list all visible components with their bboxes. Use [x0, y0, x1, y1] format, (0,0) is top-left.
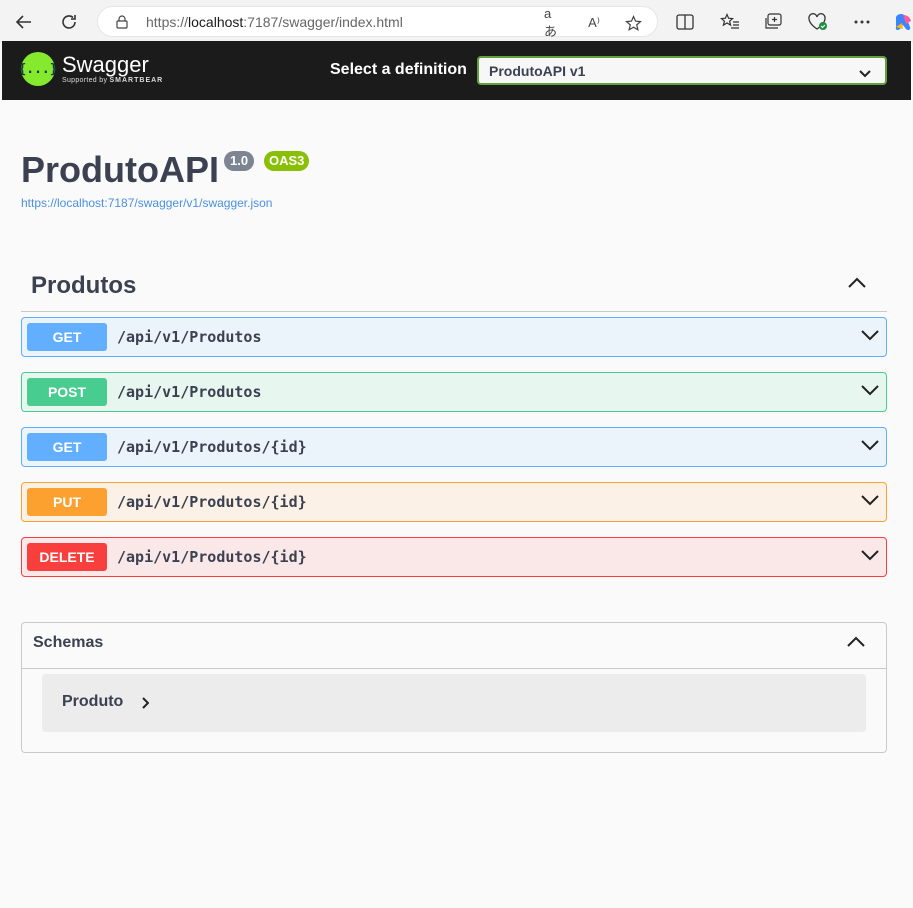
chevron-up-icon[interactable]	[847, 276, 867, 294]
swagger-logo[interactable]: {...} Swagger Supported by SMARTBEAR	[18, 52, 164, 86]
chevron-right-icon[interactable]	[141, 696, 150, 714]
schemas-title: Schemas	[33, 634, 104, 651]
oas-badge: OAS3	[264, 151, 310, 171]
chevron-down-icon[interactable]	[860, 383, 880, 402]
chevron-down-icon[interactable]	[860, 493, 880, 512]
browser-toolbar: https://localhost:7187/swagger/index.htm…	[0, 0, 913, 43]
swagger-topbar: {...} Swagger Supported by SMARTBEAR Sel…	[2, 41, 911, 100]
operation-path: /api/v1/Produtos	[117, 383, 262, 401]
collections-icon[interactable]	[762, 10, 786, 34]
operation-path: /api/v1/Produtos/{id}	[117, 438, 307, 456]
select-definition-label: Select a definition	[330, 61, 467, 78]
favorite-star-icon[interactable]	[623, 14, 643, 31]
address-bar[interactable]: https://localhost:7187/swagger/index.htm…	[97, 6, 658, 39]
operation-put-produto[interactable]: PUT /api/v1/Produtos/{id}	[21, 482, 887, 522]
operation-path: /api/v1/Produtos/{id}	[117, 493, 307, 511]
schemas-section: Schemas Produto	[21, 622, 887, 753]
method-badge: PUT	[27, 488, 107, 516]
operation-path: /api/v1/Produtos	[117, 328, 262, 346]
split-screen-icon[interactable]	[673, 10, 697, 34]
operation-post-produtos[interactable]: POST /api/v1/Produtos	[21, 372, 887, 412]
read-aloud-icon[interactable]: A⁾	[584, 15, 604, 31]
tag-name: Produtos	[31, 272, 137, 299]
model-produto[interactable]: Produto	[42, 674, 866, 732]
operation-get-produtos[interactable]: GET /api/v1/Produtos	[21, 317, 887, 357]
model-name: Produto	[62, 693, 124, 710]
schemas-header[interactable]: Schemas	[22, 623, 886, 669]
chevron-up-icon[interactable]	[846, 635, 866, 653]
operation-delete-produto[interactable]: DELETE /api/v1/Produtos/{id}	[21, 537, 887, 577]
browser-essentials-icon[interactable]	[806, 10, 830, 34]
chevron-down-icon[interactable]	[860, 328, 880, 347]
copilot-icon[interactable]	[891, 10, 913, 34]
chevron-down-icon[interactable]	[860, 438, 880, 457]
lock-icon	[116, 15, 128, 34]
url-text: https://localhost:7187/swagger/index.htm…	[146, 14, 403, 30]
method-badge: GET	[27, 433, 107, 461]
swagger-logo-name: Swagger	[62, 52, 149, 77]
version-badge: 1.0	[224, 151, 255, 171]
swagger-logo-icon: {...}	[18, 52, 58, 86]
definition-select[interactable]: ProdutoAPI v1	[477, 56, 887, 85]
definition-select-value: ProdutoAPI v1	[489, 63, 586, 79]
chevron-down-icon	[859, 65, 871, 83]
refresh-icon[interactable]	[55, 8, 83, 36]
operation-path: /api/v1/Produtos/{id}	[117, 548, 307, 566]
swagger-json-link[interactable]: https://localhost:7187/swagger/v1/swagge…	[21, 196, 272, 210]
method-badge: DELETE	[27, 543, 107, 571]
swagger-logo-sub: Supported by SMARTBEAR	[62, 77, 164, 84]
chevron-down-icon[interactable]	[860, 548, 880, 567]
method-badge: GET	[27, 323, 107, 351]
method-badge: POST	[27, 378, 107, 406]
back-icon[interactable]	[10, 8, 38, 36]
translate-icon[interactable]: aあ	[544, 6, 564, 39]
more-menu-icon[interactable]	[850, 10, 874, 34]
tag-header-produtos[interactable]: Produtos	[21, 262, 887, 312]
api-title: ProdutoAPI	[21, 149, 219, 190]
favorites-icon[interactable]	[718, 10, 742, 34]
operation-get-produto-by-id[interactable]: GET /api/v1/Produtos/{id}	[21, 427, 887, 467]
